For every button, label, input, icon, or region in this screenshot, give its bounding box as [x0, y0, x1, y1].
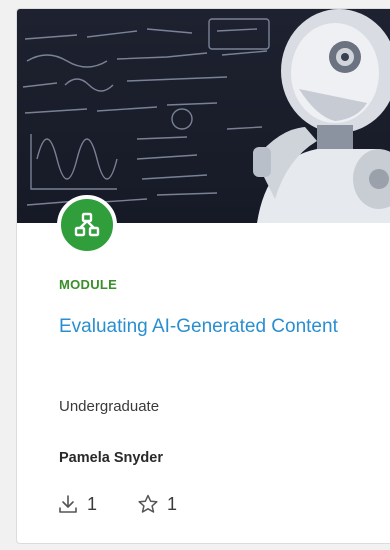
card-stats: 1 1: [57, 493, 217, 515]
module-icon: [74, 212, 100, 237]
downloads-count: 1: [87, 493, 98, 514]
card-image[interactable]: [17, 9, 390, 223]
resource-title-link[interactable]: Evaluating AI-Generated Content: [59, 311, 359, 343]
favorites-count: 1: [167, 493, 178, 514]
education-level: Undergraduate: [59, 398, 160, 415]
ai-chalkboard-illustration: [22, 9, 390, 223]
star-icon: [138, 494, 158, 513]
download-icon: [59, 495, 77, 513]
resource-type-label: MODULE: [59, 277, 118, 292]
author-name: Pamela Snyder: [59, 450, 163, 466]
favorites-stat[interactable]: 1: [137, 493, 177, 515]
module-badge: [57, 195, 117, 255]
robot-figure: [253, 9, 390, 223]
resource-card[interactable]: MODULE Evaluating AI-Generated Content U…: [16, 8, 390, 544]
downloads-stat[interactable]: 1: [57, 493, 97, 515]
